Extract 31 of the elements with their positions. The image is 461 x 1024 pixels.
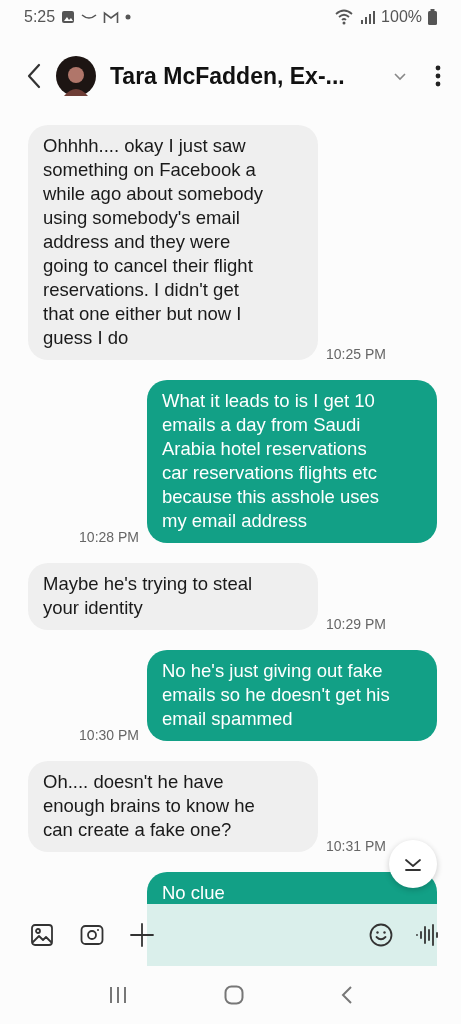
message-bubble[interactable]: Maybe he's trying to steal your identity [28,563,318,630]
message-time: 10:31 PM [326,838,386,854]
message-time: 10:25 PM [326,346,386,362]
gallery-icon[interactable] [30,923,54,947]
battery-percent: 100% [381,8,422,26]
scroll-down-icon [403,857,423,871]
battery-icon [428,9,437,25]
back-button[interactable] [26,63,42,89]
curve-icon [81,13,98,21]
mail-icon [103,10,120,24]
voice-icon[interactable] [415,923,441,947]
recents-icon[interactable] [108,986,127,1004]
contact-name[interactable]: Tara McFadden, Ex-... [110,62,345,90]
scroll-down-button[interactable] [389,840,437,888]
message-time: 10:29 PM [326,616,386,632]
clock-time: 5:25 [24,8,56,26]
home-icon[interactable] [223,985,244,1005]
plus-icon[interactable] [130,923,154,947]
back-nav-icon[interactable] [340,985,353,1005]
more-options-icon[interactable] [435,65,441,87]
avatar[interactable] [56,56,96,96]
image-icon [61,10,76,24]
message-bubble[interactable]: Oh.... doesn't he have enough brains to know he can create a fake one? [28,761,318,852]
camera-icon[interactable] [80,924,104,946]
message-time: 10:28 PM [79,529,139,545]
message-bubble[interactable]: Ohhhh.... okay I just saw something on Facebook a while ago about somebody using somebody's email address and they were going to cancel their flight reservations. I didn't get that one either but now I guess I do [28,125,318,360]
emoji-icon[interactable] [369,923,393,947]
signal-icon [361,10,376,24]
chevron-down-icon[interactable] [393,71,407,81]
message-time: 10:30 PM [79,727,139,743]
dot-icon [125,14,132,20]
